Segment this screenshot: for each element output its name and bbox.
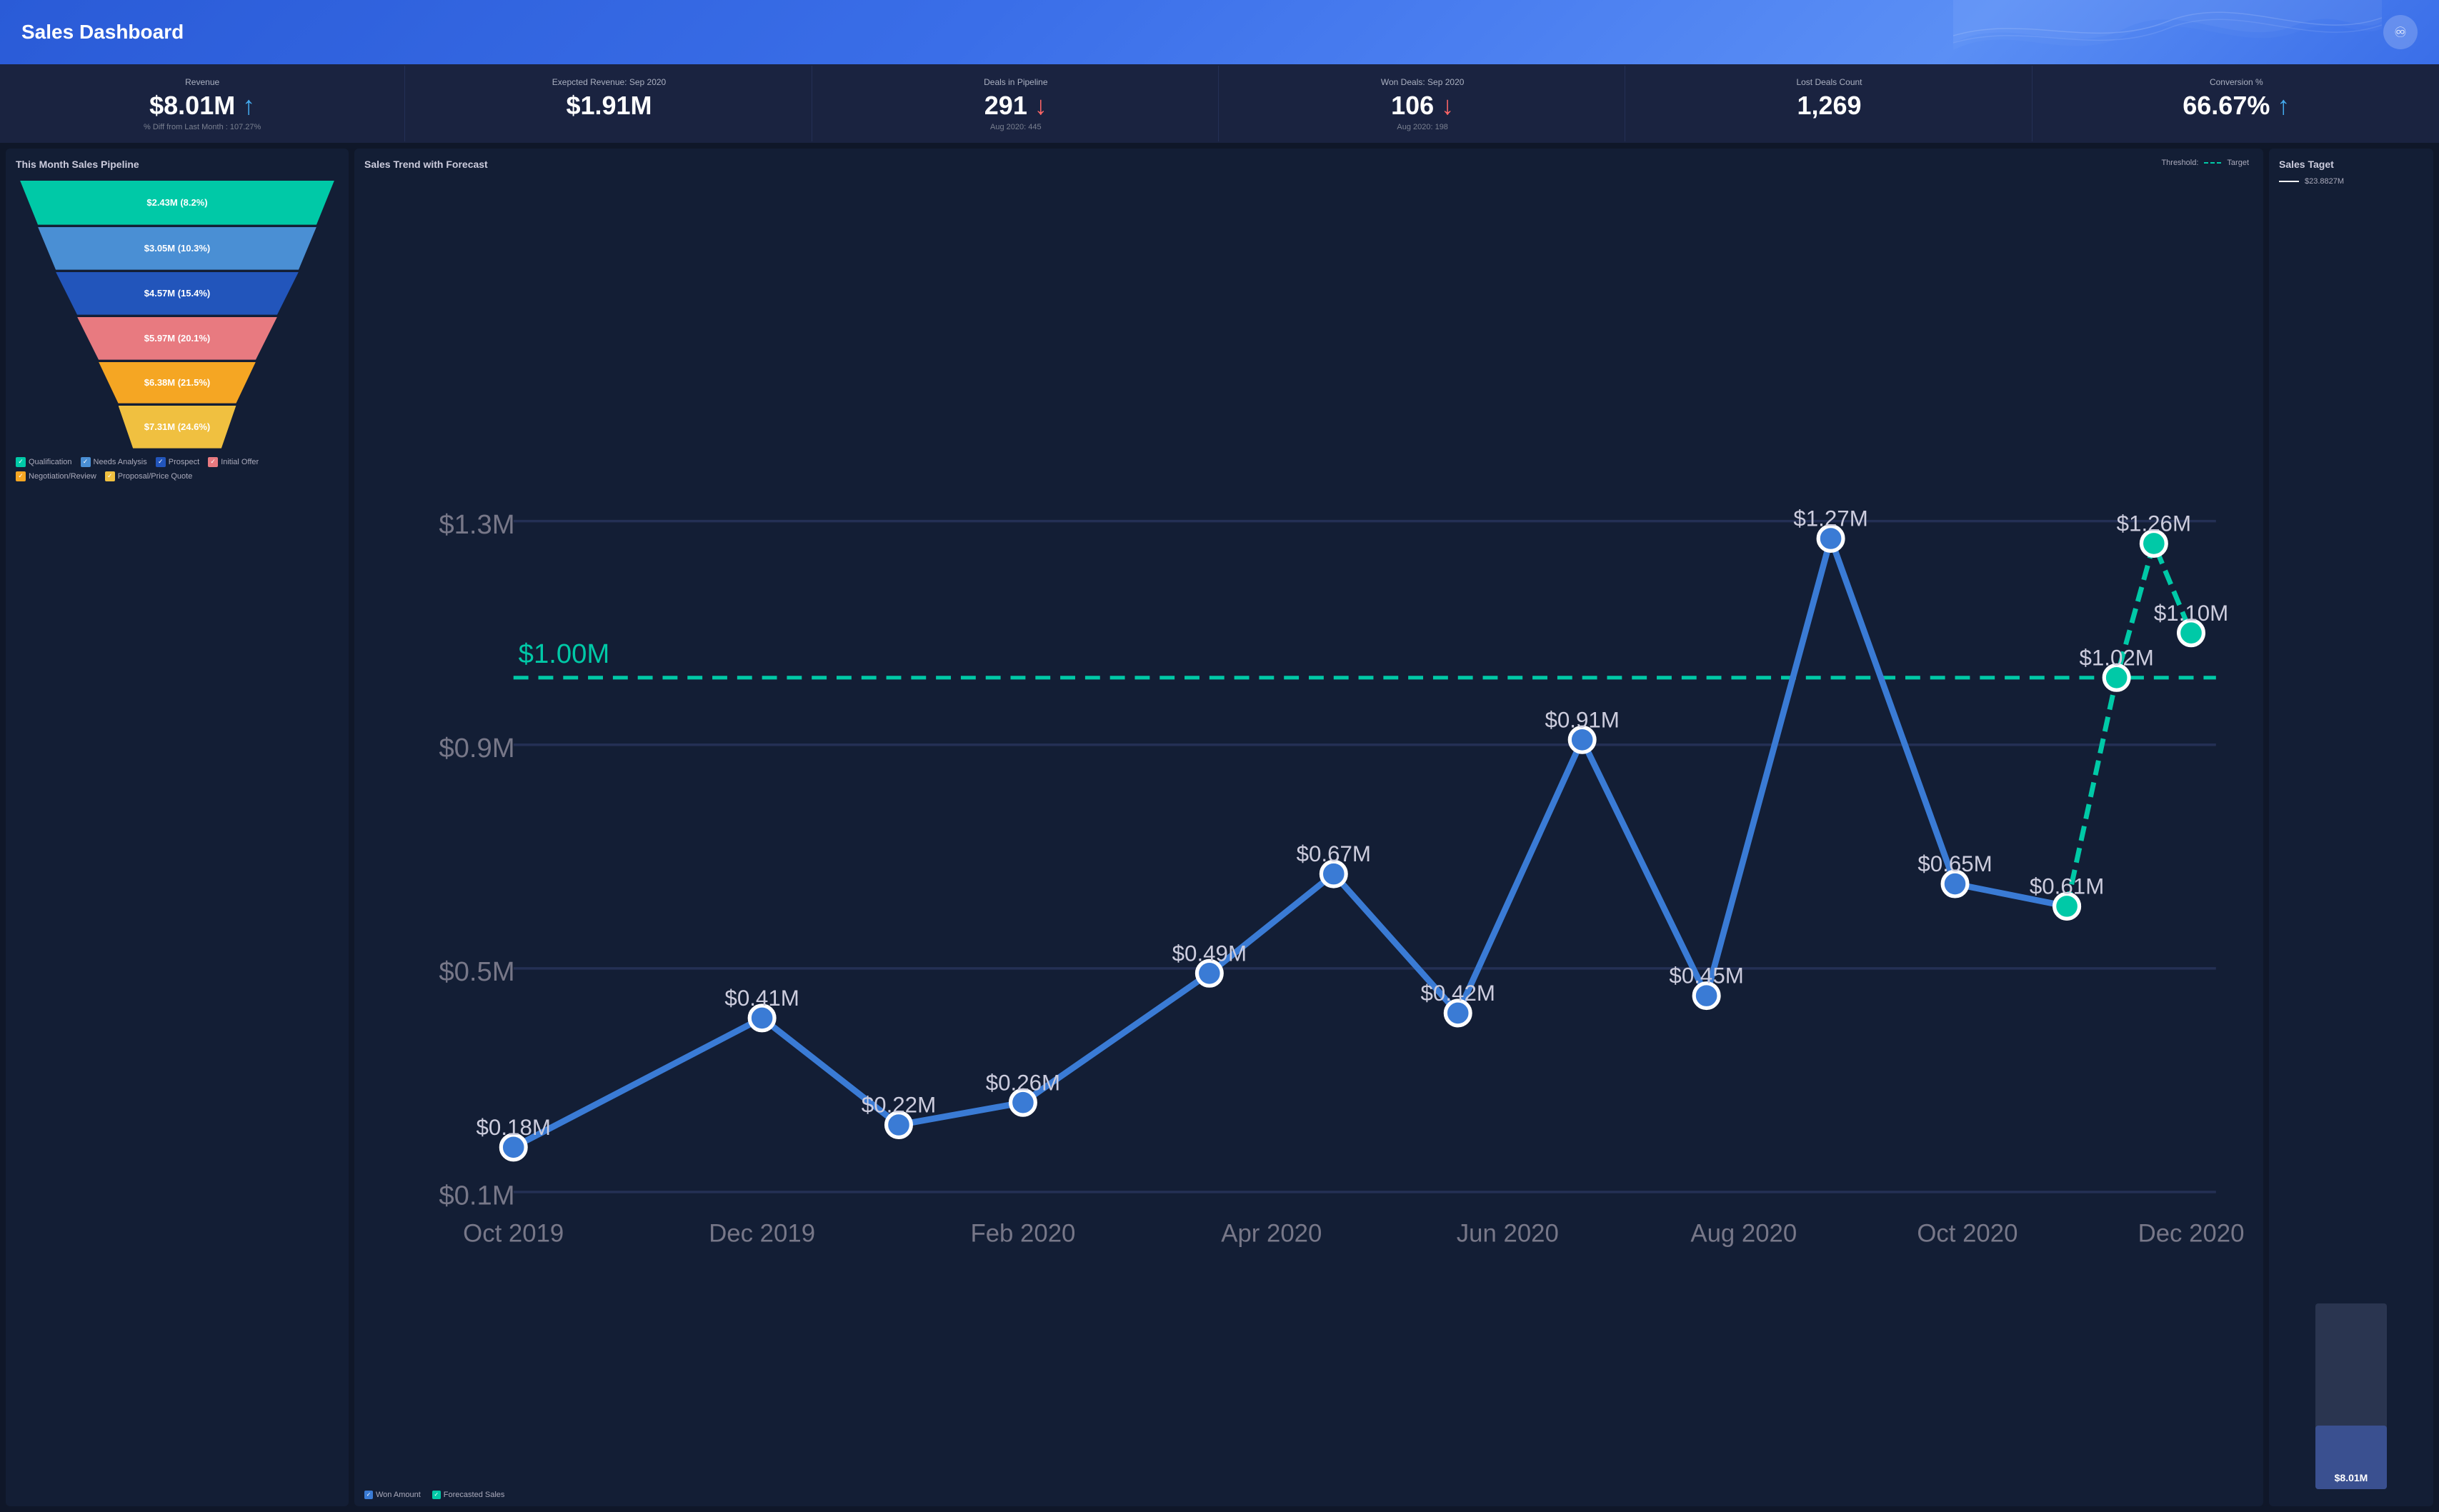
chart-area: $0.1M $0.5M $0.9M $1.3M $1.00M Oct 2019 …	[364, 177, 2253, 1486]
target-title: Sales Taget	[2279, 159, 2423, 170]
kpi-value-0: $8.01M ↑	[14, 91, 390, 120]
threshold-label: Threshold:	[2161, 159, 2198, 167]
target-line-indicator	[2279, 181, 2299, 182]
funnel-legend-item-0: ✓Qualification	[16, 457, 72, 467]
svg-text:$1.27M: $1.27M	[1793, 506, 1867, 531]
svg-text:$1.02M: $1.02M	[2079, 645, 2153, 670]
svg-text:$0.26M: $0.26M	[986, 1070, 1060, 1095]
funnel-legend-label-0: Qualification	[29, 458, 72, 466]
funnel-legend-label-1: Needs Analysis	[94, 458, 147, 466]
kpi-label-1: Exepcted Revenue: Sep 2020	[421, 77, 797, 87]
funnel-segment-1[interactable]: $3.05M (10.3%)	[38, 227, 316, 270]
svg-text:$0.45M: $0.45M	[1669, 963, 1743, 988]
funnel-container: $2.43M (8.2%)$3.05M (10.3%)$4.57M (15.4%…	[16, 177, 339, 449]
funnel-legend-dot-1: ✓	[81, 457, 91, 467]
funnel-panel: This Month Sales Pipeline $2.43M (8.2%)$…	[6, 149, 349, 1506]
kpi-label-2: Deals in Pipeline	[828, 77, 1204, 87]
svg-text:$0.5M: $0.5M	[439, 956, 514, 987]
target-bar-outer: $8.01M	[2315, 1303, 2387, 1489]
kpi-label-3: Won Deals: Sep 2020	[1235, 77, 1610, 87]
svg-text:$0.61M: $0.61M	[2030, 873, 2104, 898]
kpi-value-5: 66.67% ↑	[2048, 91, 2425, 120]
kpi-label-5: Conversion %	[2048, 77, 2425, 87]
funnel-legend-label-5: Proposal/Price Quote	[118, 472, 193, 481]
svg-text:$1.3M: $1.3M	[439, 509, 514, 540]
kpi-card-4: Lost Deals Count 1,269	[1627, 66, 2032, 141]
funnel-legend-item-3: ✓Initial Offer	[208, 457, 259, 467]
svg-text:$0.65M: $0.65M	[1917, 851, 1992, 876]
kpi-value-4: 1,269	[1641, 91, 2017, 120]
kpi-card-1: Exepcted Revenue: Sep 2020 $1.91M	[406, 66, 812, 141]
target-header: $23.8827M	[2279, 177, 2423, 186]
kpi-sub-2: Aug 2020: 445	[828, 123, 1204, 131]
target-current-value: $8.01M	[2335, 1472, 2368, 1483]
target-bar-container: $8.01M	[2279, 189, 2423, 1496]
svg-text:$0.9M: $0.9M	[439, 733, 514, 763]
header: Sales Dashboard ♾	[0, 0, 2439, 64]
funnel-legend-item-1: ✓Needs Analysis	[81, 457, 147, 467]
funnel-legend-dot-0: ✓	[16, 457, 26, 467]
svg-text:$0.67M: $0.67M	[1297, 841, 1371, 866]
svg-text:$0.42M: $0.42M	[1421, 981, 1495, 1006]
funnel-legend-item-4: ✓Negotiation/Review	[16, 471, 96, 481]
funnel-legend-label-3: Initial Offer	[221, 458, 259, 466]
svg-text:$0.41M: $0.41M	[724, 986, 799, 1011]
funnel-title: This Month Sales Pipeline	[16, 159, 339, 170]
svg-text:$1.10M: $1.10M	[2154, 600, 2228, 625]
funnel-legend-label-4: Negotiation/Review	[29, 472, 96, 481]
kpi-label-0: Revenue	[14, 77, 390, 87]
funnel-segment-0[interactable]: $2.43M (8.2%)	[20, 181, 334, 225]
funnel-segment-4[interactable]: $6.38M (21.5%)	[99, 362, 256, 404]
svg-text:Dec 2019: Dec 2019	[709, 1220, 815, 1247]
svg-text:$0.18M: $0.18M	[477, 1115, 551, 1140]
kpi-card-3: Won Deals: Sep 2020 106 ↓ Aug 2020: 198	[1220, 66, 1625, 141]
funnel-segment-2[interactable]: $4.57M (15.4%)	[56, 272, 299, 315]
target-panel: Sales Taget $23.8827M $8.01M	[2269, 149, 2433, 1506]
svg-text:$1.00M: $1.00M	[519, 639, 610, 669]
kpi-value-3: 106 ↓	[1235, 91, 1610, 120]
kpi-value-1: $1.91M	[421, 91, 797, 120]
kpi-value-2: 291 ↓	[828, 91, 1204, 120]
kpi-card-5: Conversion % 66.67% ↑	[2034, 66, 2439, 141]
funnel-segment-3[interactable]: $5.97M (20.1%)	[77, 317, 277, 360]
funnel-legend: ✓Qualification✓Needs Analysis✓Prospect✓I…	[16, 457, 339, 481]
funnel-legend-item-2: ✓Prospect	[156, 457, 199, 467]
target-line-value: $23.8827M	[2305, 177, 2344, 186]
svg-text:$0.22M: $0.22M	[862, 1092, 936, 1117]
dashboard-title: Sales Dashboard	[21, 21, 184, 44]
main-content: This Month Sales Pipeline $2.43M (8.2%)$…	[0, 143, 2439, 1512]
kpi-sub-0: % Diff from Last Month : 107.27%	[14, 123, 390, 131]
svg-text:$0.1M: $0.1M	[439, 1180, 514, 1211]
funnel-legend-dot-2: ✓	[156, 457, 166, 467]
svg-text:$0.91M: $0.91M	[1545, 707, 1619, 732]
svg-text:Jun 2020: Jun 2020	[1457, 1220, 1559, 1247]
kpi-label-4: Lost Deals Count	[1641, 77, 2017, 87]
svg-text:$0.49M: $0.49M	[1172, 941, 1247, 966]
funnel-legend-item-5: ✓Proposal/Price Quote	[105, 471, 193, 481]
target-label: Target	[2227, 159, 2249, 167]
svg-text:Feb 2020: Feb 2020	[970, 1220, 1075, 1247]
chart-title: Sales Trend with Forecast	[364, 159, 2253, 170]
svg-text:$1.26M: $1.26M	[2117, 511, 2191, 536]
svg-text:Dec 2020: Dec 2020	[2138, 1220, 2245, 1247]
funnel-legend-dot-5: ✓	[105, 471, 115, 481]
funnel-legend-label-2: Prospect	[169, 458, 199, 466]
kpi-card-0: Revenue $8.01M ↑ % Diff from Last Month : …	[0, 66, 405, 141]
kpi-sub-3: Aug 2020: 198	[1235, 123, 1610, 131]
target-bar-inner: $8.01M	[2315, 1426, 2387, 1488]
kpi-row: Revenue $8.01M ↑ % Diff from Last Month : …	[0, 64, 2439, 143]
chart-panel: Sales Trend with Forecast Threshold: Tar…	[354, 149, 2263, 1506]
kpi-card-2: Deals in Pipeline 291 ↓ Aug 2020: 445	[814, 66, 1219, 141]
funnel-segment-5[interactable]: $7.31M (24.6%)	[119, 406, 236, 449]
logo-icon: ♾	[2383, 15, 2418, 49]
svg-text:Aug 2020: Aug 2020	[1690, 1220, 1797, 1247]
svg-text:Apr 2020: Apr 2020	[1221, 1220, 1322, 1247]
svg-text:Oct 2019: Oct 2019	[463, 1220, 564, 1247]
funnel-legend-dot-3: ✓	[208, 457, 218, 467]
threshold-legend: Threshold: Target	[2161, 159, 2249, 167]
svg-text:Oct 2020: Oct 2020	[1917, 1220, 2017, 1247]
funnel-legend-dot-4: ✓	[16, 471, 26, 481]
